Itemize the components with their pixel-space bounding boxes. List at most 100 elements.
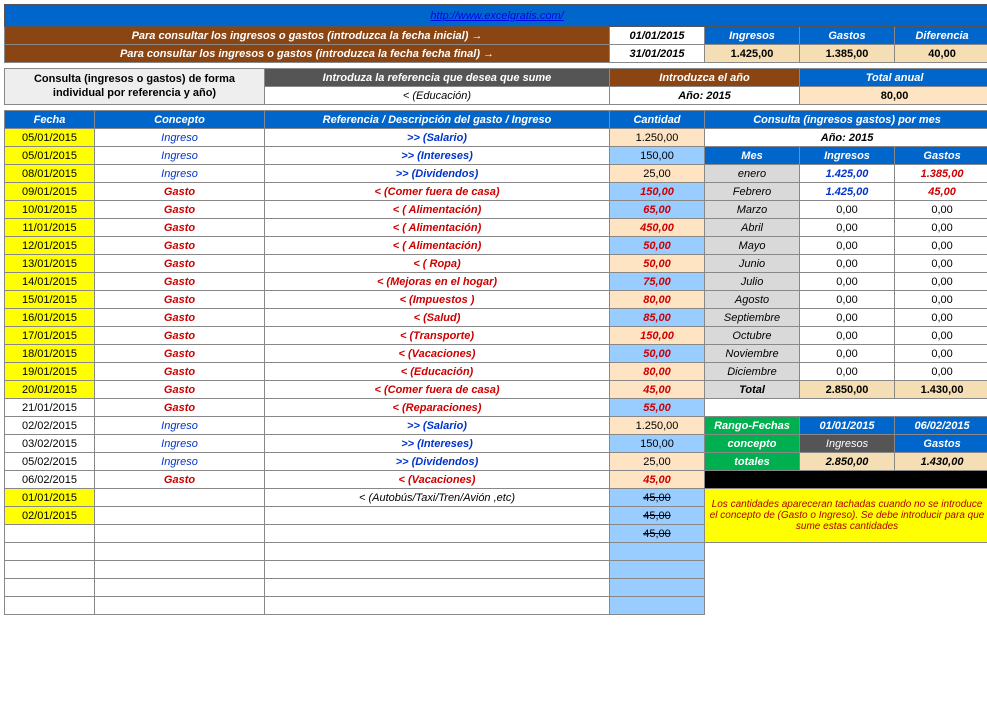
cell-ref[interactable]: < (Transporte) <box>265 327 610 345</box>
cell-cant[interactable]: 80,00 <box>610 291 705 309</box>
cell-cant[interactable] <box>610 597 705 615</box>
cell-cant[interactable] <box>610 561 705 579</box>
cell-fecha[interactable]: 20/01/2015 <box>5 381 95 399</box>
cell-fecha[interactable]: 12/01/2015 <box>5 237 95 255</box>
cell-fecha[interactable] <box>5 597 95 615</box>
cell-ref[interactable] <box>265 525 610 543</box>
cell-cant[interactable] <box>610 579 705 597</box>
cell-ref[interactable]: >> (Salario) <box>265 129 610 147</box>
cell-cant[interactable]: 50,00 <box>610 345 705 363</box>
date-start[interactable]: 01/01/2015 <box>610 27 705 45</box>
ref-value[interactable]: < (Educación) <box>265 87 610 105</box>
cell-fecha[interactable]: 13/01/2015 <box>5 255 95 273</box>
cell-ref[interactable] <box>265 597 610 615</box>
cell-ref[interactable]: < (Educación) <box>265 363 610 381</box>
cell-fecha[interactable]: 08/01/2015 <box>5 165 95 183</box>
cell-fecha[interactable]: 05/01/2015 <box>5 147 95 165</box>
cell-cant[interactable]: 150,00 <box>610 435 705 453</box>
cell-fecha[interactable]: 02/02/2015 <box>5 417 95 435</box>
cell-ref[interactable]: >> (Dividendos) <box>265 165 610 183</box>
cell-cant[interactable]: 75,00 <box>610 273 705 291</box>
cell-cant[interactable]: 65,00 <box>610 201 705 219</box>
cell-fecha[interactable]: 05/02/2015 <box>5 453 95 471</box>
cell-concepto[interactable]: Gasto <box>95 327 265 345</box>
cell-cant[interactable]: 45,00 <box>610 525 705 543</box>
date-end[interactable]: 31/01/2015 <box>610 45 705 63</box>
cell-concepto[interactable]: Gasto <box>95 381 265 399</box>
cell-ref[interactable]: >> (Salario) <box>265 417 610 435</box>
year-value[interactable]: Año: 2015 <box>610 87 800 105</box>
cell-cant[interactable]: 150,00 <box>610 183 705 201</box>
cell-fecha[interactable]: 19/01/2015 <box>5 363 95 381</box>
cell-ref[interactable]: < (Autobús/Taxi/Tren/Avión ,etc) <box>265 489 610 507</box>
cell-ref[interactable]: < ( Ropa) <box>265 255 610 273</box>
cell-ref[interactable]: < ( Alimentación) <box>265 219 610 237</box>
cell-cant[interactable]: 450,00 <box>610 219 705 237</box>
cell-fecha[interactable]: 03/02/2015 <box>5 435 95 453</box>
cell-concepto[interactable]: Ingreso <box>95 165 265 183</box>
cell-concepto[interactable]: Gasto <box>95 183 265 201</box>
cell-ref[interactable]: < (Comer fuera de casa) <box>265 381 610 399</box>
cell-ref[interactable]: < ( Alimentación) <box>265 201 610 219</box>
cell-concepto[interactable]: Gasto <box>95 399 265 417</box>
cell-fecha[interactable] <box>5 561 95 579</box>
cell-cant[interactable]: 25,00 <box>610 165 705 183</box>
cell-fecha[interactable]: 11/01/2015 <box>5 219 95 237</box>
cell-fecha[interactable] <box>5 543 95 561</box>
cell-concepto[interactable]: Gasto <box>95 363 265 381</box>
cell-concepto[interactable]: Gasto <box>95 237 265 255</box>
cell-concepto[interactable]: Gasto <box>95 345 265 363</box>
cell-concepto[interactable] <box>95 561 265 579</box>
cell-ref[interactable] <box>265 579 610 597</box>
cell-concepto[interactable]: Ingreso <box>95 129 265 147</box>
cell-fecha[interactable]: 02/01/2015 <box>5 507 95 525</box>
cell-fecha[interactable]: 18/01/2015 <box>5 345 95 363</box>
cell-ref[interactable] <box>265 543 610 561</box>
cell-ref[interactable]: < (Vacaciones) <box>265 345 610 363</box>
cell-cant[interactable]: 55,00 <box>610 399 705 417</box>
cell-ref[interactable]: >> (Dividendos) <box>265 453 610 471</box>
cell-cant[interactable]: 80,00 <box>610 363 705 381</box>
cell-ref[interactable]: >> (Intereses) <box>265 147 610 165</box>
cell-ref[interactable] <box>265 507 610 525</box>
cell-fecha[interactable]: 10/01/2015 <box>5 201 95 219</box>
cell-fecha[interactable]: 16/01/2015 <box>5 309 95 327</box>
cell-cant[interactable]: 45,00 <box>610 489 705 507</box>
cell-concepto[interactable] <box>95 597 265 615</box>
cell-cant[interactable]: 45,00 <box>610 471 705 489</box>
cell-ref[interactable]: < (Vacaciones) <box>265 471 610 489</box>
cell-concepto[interactable]: Gasto <box>95 471 265 489</box>
cell-ref[interactable]: < (Impuestos ) <box>265 291 610 309</box>
cell-ref[interactable]: < (Salud) <box>265 309 610 327</box>
cell-concepto[interactable]: Ingreso <box>95 147 265 165</box>
cell-concepto[interactable]: Gasto <box>95 309 265 327</box>
cell-fecha[interactable]: 05/01/2015 <box>5 129 95 147</box>
cell-concepto[interactable] <box>95 525 265 543</box>
cell-concepto[interactable]: Gasto <box>95 273 265 291</box>
cell-concepto[interactable] <box>95 489 265 507</box>
cell-fecha[interactable]: 09/01/2015 <box>5 183 95 201</box>
cell-fecha[interactable]: 01/01/2015 <box>5 489 95 507</box>
cell-cant[interactable]: 85,00 <box>610 309 705 327</box>
cell-concepto[interactable]: Ingreso <box>95 453 265 471</box>
cell-concepto[interactable]: Ingreso <box>95 417 265 435</box>
cell-ref[interactable]: >> (Intereses) <box>265 435 610 453</box>
cell-concepto[interactable] <box>95 579 265 597</box>
cell-concepto[interactable]: Gasto <box>95 291 265 309</box>
cell-cant[interactable]: 25,00 <box>610 453 705 471</box>
cell-ref[interactable]: < ( Alimentación) <box>265 237 610 255</box>
cell-cant[interactable]: 150,00 <box>610 327 705 345</box>
cell-concepto[interactable]: Ingreso <box>95 435 265 453</box>
cell-concepto[interactable]: Gasto <box>95 219 265 237</box>
cell-fecha[interactable]: 14/01/2015 <box>5 273 95 291</box>
cell-cant[interactable]: 150,00 <box>610 147 705 165</box>
cell-ref[interactable] <box>265 561 610 579</box>
cell-ref[interactable]: < (Reparaciones) <box>265 399 610 417</box>
cell-concepto[interactable]: Gasto <box>95 201 265 219</box>
cell-cant[interactable]: 50,00 <box>610 237 705 255</box>
cell-fecha[interactable]: 17/01/2015 <box>5 327 95 345</box>
cell-ref[interactable]: < (Comer fuera de casa) <box>265 183 610 201</box>
cell-fecha[interactable]: 06/02/2015 <box>5 471 95 489</box>
cell-ref[interactable]: < (Mejoras en el hogar) <box>265 273 610 291</box>
cell-fecha[interactable] <box>5 525 95 543</box>
